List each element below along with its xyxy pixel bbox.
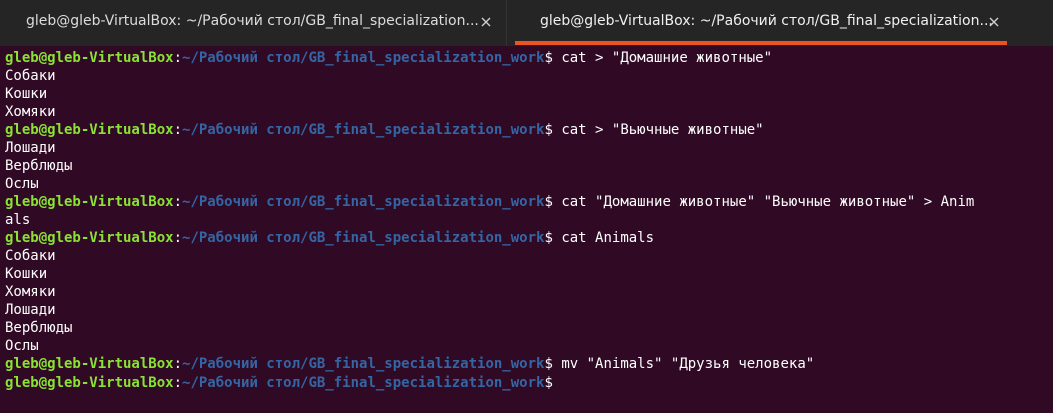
command-text: cat > "Вьючные животные" — [552, 122, 764, 138]
prompt-symbol: $ — [544, 356, 553, 372]
output-line: Верблюды — [5, 158, 73, 174]
prompt-colon: : — [173, 356, 183, 372]
output-line: Кошки — [5, 86, 48, 102]
output-line: Кошки — [5, 266, 48, 282]
prompt-user: gleb@gleb-VirtualBox — [5, 230, 174, 246]
prompt-colon: : — [173, 375, 183, 391]
close-icon[interactable] — [476, 12, 496, 32]
close-icon[interactable] — [984, 12, 1004, 32]
output-line: Собаки — [5, 68, 56, 84]
prompt-colon: : — [173, 194, 183, 210]
prompt-colon: : — [173, 122, 183, 138]
output-line: Лошади — [5, 140, 56, 156]
prompt-symbol: $ — [544, 122, 553, 138]
prompt-symbol: $ — [544, 375, 553, 391]
tab-1[interactable]: gleb@gleb-VirtualBox: ~/Рабочий стол/GB_… — [0, 0, 506, 46]
prompt-line: gleb@gleb-VirtualBox:~/Рабочий стол/GB_f… — [5, 229, 974, 247]
prompt-user: gleb@gleb-VirtualBox — [5, 375, 174, 391]
output-line: Верблюды — [5, 320, 73, 336]
output-line: als — [5, 212, 31, 228]
prompt-colon: : — [173, 50, 183, 66]
output-line: Хомяки — [5, 284, 56, 300]
prompt-user: gleb@gleb-VirtualBox — [5, 50, 174, 66]
prompt-line: gleb@gleb-VirtualBox:~/Рабочий стол/GB_f… — [5, 49, 974, 67]
prompt-path: ~/Рабочий стол/GB_final_specialization_w… — [182, 194, 545, 210]
prompt-path: ~/Рабочий стол/GB_final_specialization_w… — [182, 356, 545, 372]
prompt-user: gleb@gleb-VirtualBox — [5, 356, 174, 372]
prompt-path: ~/Рабочий стол/GB_final_specialization_w… — [182, 50, 545, 66]
prompt-colon: : — [173, 230, 183, 246]
prompt-line: gleb@gleb-VirtualBox:~/Рабочий стол/GB_f… — [5, 373, 974, 391]
output-line: Хомяки — [5, 104, 56, 120]
prompt-line: gleb@gleb-VirtualBox:~/Рабочий стол/GB_f… — [5, 193, 974, 211]
active-tab-indicator — [515, 41, 1007, 45]
tab-title: gleb@gleb-VirtualBox: ~/Рабочий стол/GB_… — [540, 13, 993, 29]
output-line: Лошади — [5, 302, 56, 318]
output-line: Ослы — [5, 338, 39, 354]
command-text: cat "Домашние животные" "Вьючные животны… — [552, 194, 975, 210]
prompt-path: ~/Рабочий стол/GB_final_specialization_w… — [182, 230, 545, 246]
command-text: cat > "Домашние животные" — [552, 50, 773, 66]
prompt-path: ~/Рабочий стол/GB_final_specialization_w… — [182, 375, 545, 391]
output-line: Собаки — [5, 248, 56, 264]
terminal-output[interactable]: gleb@gleb-VirtualBox:~/Рабочий стол/GB_f… — [5, 49, 974, 391]
terminal-cursor — [553, 373, 561, 390]
prompt-line: gleb@gleb-VirtualBox:~/Рабочий стол/GB_f… — [5, 121, 974, 139]
prompt-symbol: $ — [544, 230, 553, 246]
prompt-user: gleb@gleb-VirtualBox — [5, 194, 174, 210]
tab-bar: gleb@gleb-VirtualBox: ~/Рабочий стол/GB_… — [0, 0, 1053, 46]
prompt-user: gleb@gleb-VirtualBox — [5, 122, 174, 138]
prompt-path: ~/Рабочий стол/GB_final_specialization_w… — [182, 122, 545, 138]
tab-title: gleb@gleb-VirtualBox: ~/Рабочий стол/GB_… — [26, 13, 479, 29]
command-text: cat Animals — [552, 230, 655, 246]
prompt-symbol: $ — [544, 194, 553, 210]
prompt-line: gleb@gleb-VirtualBox:~/Рабочий стол/GB_f… — [5, 355, 974, 373]
tab-2-active[interactable]: gleb@gleb-VirtualBox: ~/Рабочий стол/GB_… — [507, 0, 1013, 46]
output-line: Ослы — [5, 176, 39, 192]
command-text: mv "Animals" "Друзья человека" — [552, 356, 815, 372]
prompt-symbol: $ — [544, 50, 553, 66]
terminal-window: gleb@gleb-VirtualBox: ~/Рабочий стол/GB_… — [0, 0, 1053, 413]
